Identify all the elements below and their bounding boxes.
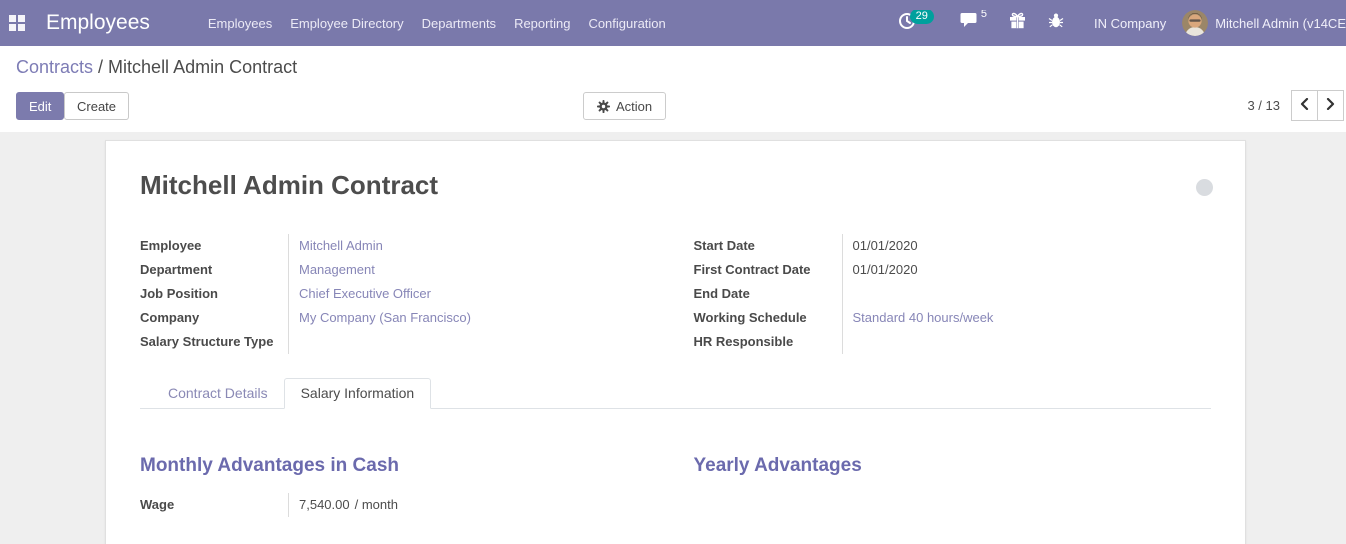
- user-menu[interactable]: Mitchell Admin (v14CE: [1215, 16, 1346, 31]
- field-row-department: Department Management: [140, 258, 658, 282]
- field-label: First Contract Date: [693, 262, 811, 277]
- rewards-button[interactable]: [1009, 12, 1026, 34]
- chevron-right-icon: [1326, 97, 1335, 115]
- pager-counter: 3 / 13: [1247, 98, 1280, 113]
- field-row-hr-responsible: HR Responsible: [694, 330, 1212, 354]
- systray: 29 5 IN Company Mitchell Admin (v14CE: [898, 10, 1346, 36]
- monthly-advantages-section: Monthly Advantages in Cash Wage 7,540.00…: [140, 455, 658, 517]
- field-row-end-date: End Date: [694, 282, 1212, 306]
- message-count: 5: [980, 10, 987, 20]
- field-row-start-date: Start Date 01/01/2020: [694, 234, 1212, 258]
- edit-button[interactable]: Edit: [16, 92, 65, 120]
- apps-menu-button[interactable]: [0, 0, 34, 46]
- section-heading-monthly: Monthly Advantages in Cash: [140, 455, 399, 476]
- field-row-salary-structure-type: Salary Structure Type: [140, 330, 658, 354]
- kanban-state-indicator[interactable]: [1196, 179, 1213, 196]
- control-panel: Contracts / Mitchell Admin Contract Edit…: [0, 46, 1346, 132]
- field-label: Employee: [140, 238, 202, 253]
- yearly-advantages-section: Yearly Advantages: [694, 455, 1212, 517]
- field-label: Working Schedule: [693, 310, 807, 325]
- left-field-group: Employee Mitchell Admin Department Manag…: [140, 234, 658, 354]
- pager-previous-button[interactable]: [1291, 90, 1318, 121]
- action-button[interactable]: Action: [583, 92, 667, 120]
- field-label: End Date: [693, 286, 750, 301]
- pager-next-button[interactable]: [1317, 90, 1344, 121]
- field-row-company: Company My Company (San Francisco): [140, 306, 658, 330]
- debug-button[interactable]: [1048, 12, 1064, 34]
- notebook-tabs: Contract Details Salary Information: [140, 378, 1211, 409]
- tab-salary-information[interactable]: Salary Information: [283, 378, 432, 409]
- main-menu: Employees Employee Directory Departments…: [208, 12, 666, 35]
- breadcrumb-separator: /: [93, 57, 109, 77]
- wage-value: 7,540.00: [299, 497, 350, 512]
- working-schedule-link[interactable]: Standard 40 hours/week: [853, 310, 994, 325]
- menu-employee-directory[interactable]: Employee Directory: [290, 12, 403, 35]
- start-date-value: 01/01/2020: [852, 238, 918, 253]
- first-contract-date-value: 01/01/2020: [852, 262, 918, 277]
- tab-contract-details[interactable]: Contract Details: [152, 379, 284, 408]
- gear-icon: [597, 99, 610, 113]
- action-button-label: Action: [616, 98, 653, 114]
- right-field-group: Start Date 01/01/2020 First Contract Dat…: [694, 234, 1212, 354]
- salary-information-panel: Monthly Advantages in Cash Wage 7,540.00…: [140, 455, 1211, 517]
- job-position-link[interactable]: Chief Executive Officer: [299, 286, 431, 301]
- field-label: HR Responsible: [693, 334, 794, 349]
- contract-form-sheet: Mitchell Admin Contract Employee Mitchel…: [105, 140, 1246, 544]
- field-row-employee: Employee Mitchell Admin: [140, 234, 658, 258]
- gift-icon: [1009, 12, 1026, 34]
- field-label: Wage: [140, 497, 175, 512]
- menu-reporting[interactable]: Reporting: [514, 12, 570, 35]
- field-row-first-contract-date: First Contract Date 01/01/2020: [694, 258, 1212, 282]
- record-title: Mitchell Admin Contract: [140, 170, 439, 200]
- department-link[interactable]: Management: [299, 262, 375, 277]
- content-area: Mitchell Admin Contract Employee Mitchel…: [0, 132, 1346, 544]
- user-avatar[interactable]: [1182, 10, 1209, 36]
- bug-icon: [1048, 12, 1064, 34]
- app-title: Employees: [46, 11, 150, 34]
- company-switcher[interactable]: IN Company: [1094, 16, 1166, 31]
- field-row-working-schedule: Working Schedule Standard 40 hours/week: [694, 306, 1212, 330]
- messages-button[interactable]: 5: [960, 10, 987, 34]
- menu-configuration[interactable]: Configuration: [588, 12, 665, 35]
- chevron-left-icon: [1300, 97, 1309, 115]
- field-label: Salary Structure Type: [140, 334, 274, 349]
- field-label: Start Date: [693, 238, 755, 253]
- field-groups: Employee Mitchell Admin Department Manag…: [140, 234, 1211, 354]
- breadcrumb-current: Mitchell Admin Contract: [108, 57, 298, 77]
- section-heading-yearly: Yearly Advantages: [693, 455, 862, 476]
- wage-unit: / month: [354, 497, 398, 512]
- breadcrumb-contracts-link[interactable]: Contracts: [16, 57, 93, 77]
- breadcrumb: Contracts / Mitchell Admin Contract: [16, 57, 297, 78]
- menu-departments[interactable]: Departments: [422, 12, 496, 35]
- field-row-job-position: Job Position Chief Executive Officer: [140, 282, 658, 306]
- company-link[interactable]: My Company (San Francisco): [299, 310, 471, 325]
- field-label: Job Position: [140, 286, 218, 301]
- field-row-wage: Wage 7,540.00 / month: [140, 493, 658, 517]
- menu-employees[interactable]: Employees: [208, 12, 272, 35]
- chat-icon: [960, 12, 979, 34]
- employee-link[interactable]: Mitchell Admin: [299, 238, 383, 253]
- field-label: Department: [140, 262, 213, 277]
- activity-count-badge: 29: [909, 10, 934, 24]
- apps-grid-icon: [9, 15, 25, 31]
- activities-button[interactable]: 29: [898, 10, 934, 35]
- pager-buttons: [1291, 90, 1344, 121]
- top-navbar: Employees Employees Employee Directory D…: [0, 0, 1346, 46]
- create-button[interactable]: Create: [64, 92, 130, 120]
- field-label: Company: [140, 310, 200, 325]
